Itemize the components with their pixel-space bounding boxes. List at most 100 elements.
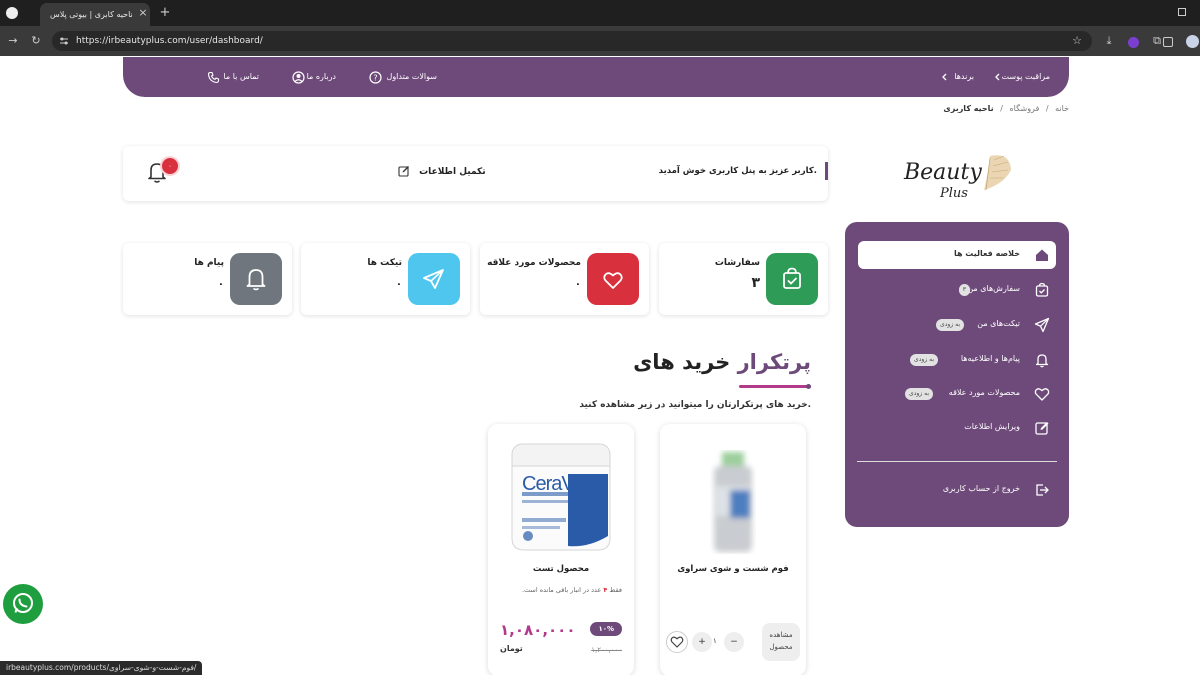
chevron-left-icon xyxy=(992,71,1004,83)
bag-check-icon xyxy=(766,253,818,305)
home-icon xyxy=(1034,247,1050,263)
sidebar-item-orders[interactable]: سفارش‌های من ۳ xyxy=(858,276,1056,304)
stat-title: تیکت ها xyxy=(367,258,402,268)
stock-prefix: فقط xyxy=(609,586,622,594)
address-bar[interactable]: https://irbeautyplus.com/user/dashboard/ xyxy=(52,31,1092,51)
phone-icon xyxy=(207,71,220,84)
breadcrumb-shop[interactable]: فروشگاه xyxy=(1009,104,1039,113)
breadcrumb-separator: / xyxy=(1045,104,1049,113)
nav-label: سوالات متداول xyxy=(386,72,438,81)
soon-badge: به زودی xyxy=(910,354,938,366)
product-name[interactable]: فوم شست و شوی سراوی xyxy=(660,564,806,574)
old-price: ۱,۲۰۰,۰۰۰ xyxy=(591,646,622,654)
browser-profile-icon[interactable] xyxy=(6,7,18,19)
stat-card-tickets[interactable]: تیکت ها ۰ xyxy=(301,243,470,315)
new-tab-icon[interactable]: + xyxy=(158,6,172,20)
sidebar-item-label: ویرایش اطلاعات xyxy=(964,422,1020,431)
section-title-main: خرید های xyxy=(633,350,731,374)
browser-side-panel-icon[interactable] xyxy=(1163,37,1173,47)
product-card[interactable]: فوم شست و شوی سراوی مشاهده محصول − ۱ + xyxy=(660,424,806,675)
forward-icon[interactable]: → xyxy=(6,34,20,48)
bell-icon xyxy=(230,253,282,305)
stat-card-orders[interactable]: سفارشات ۳ xyxy=(659,243,828,315)
window-restore-icon[interactable] xyxy=(1178,8,1186,16)
logout-label: خروج از حساب کاربری xyxy=(942,484,1020,493)
heart-icon xyxy=(670,636,684,648)
soon-badge: به زودی xyxy=(905,388,933,400)
logout-button[interactable]: خروج از حساب کاربری xyxy=(858,476,1056,504)
extension-icon[interactable] xyxy=(1128,37,1139,48)
stock-suffix: عدد در انبار باقی مانده است. xyxy=(521,586,602,594)
nav-label: برندها xyxy=(954,72,974,81)
send-icon xyxy=(408,253,460,305)
sidebar-item-label: سفارش‌های من xyxy=(967,284,1020,293)
site-settings-icon[interactable] xyxy=(59,36,69,46)
quantity-value: ۱ xyxy=(713,637,717,645)
discount-badge: ۱۰% xyxy=(590,622,622,636)
browser-status-url: irbeautyplus.com/products/فوم-شست-و-شوی-… xyxy=(0,661,203,675)
breadcrumb-separator: / xyxy=(1000,104,1003,113)
section-subtitle: خرید های پرتکرارتان را میتوانید در زیر م… xyxy=(579,400,811,410)
browser-tab[interactable]: ناحیه کابری | بیوتی پلاس xyxy=(40,3,150,26)
browser-tab-strip xyxy=(0,0,1200,26)
browser-tab-title: ناحیه کابری | بیوتی پلاس xyxy=(50,10,133,19)
complete-profile-link[interactable]: تکمیل اطلاعات xyxy=(394,165,486,177)
sidebar-item-label: محصولات مورد علاقه xyxy=(948,388,1020,397)
quantity-minus-button[interactable]: − xyxy=(724,632,744,652)
browser-avatar[interactable] xyxy=(1186,35,1199,48)
svg-text:?: ? xyxy=(373,73,377,82)
edit-icon xyxy=(398,165,410,177)
bookmark-star-icon[interactable]: ☆ xyxy=(1070,34,1084,48)
sidebar-item-summary[interactable]: خلاصه فعالیت ها xyxy=(858,241,1056,269)
section-underline-dot xyxy=(806,384,811,389)
quantity-plus-button[interactable]: + xyxy=(692,632,712,652)
stat-card-favorites[interactable]: محصولات مورد علاقه ۰ xyxy=(480,243,649,315)
nav-label: تماس با ما xyxy=(223,72,259,81)
welcome-message: کاربر عزیز به پنل کاربری خوش آمدید. xyxy=(659,162,828,180)
sidebar-item-edit-profile[interactable]: ویرایش اطلاعات xyxy=(858,414,1056,442)
nav-item-about[interactable]: درباره ما xyxy=(307,72,336,81)
download-icon[interactable]: ⤓ xyxy=(1102,34,1116,48)
product-image[interactable] xyxy=(708,450,758,554)
nav-label: درباره ما xyxy=(306,72,336,81)
stat-title: سفارشات xyxy=(714,258,760,268)
main-nav xyxy=(123,57,1069,97)
product-image[interactable]: CeraVe xyxy=(508,440,614,552)
price-currency: تومان xyxy=(500,644,523,653)
nav-item-contact[interactable]: تماس با ما xyxy=(223,72,259,81)
complete-profile-label: تکمیل اطلاعات xyxy=(419,166,486,177)
nav-item-brands[interactable]: برندها xyxy=(954,72,974,81)
stat-title: محصولات مورد علاقه xyxy=(487,258,581,268)
product-name[interactable]: محصول تست xyxy=(488,564,634,574)
site-logo[interactable]: Beauty Plus xyxy=(898,150,1016,212)
breadcrumb-home[interactable]: خانه xyxy=(1055,104,1069,113)
stat-card-messages[interactable]: پیام ها ۰ xyxy=(123,243,292,315)
sidebar-item-label: خلاصه فعالیت ها xyxy=(953,249,1020,258)
stock-notice: فقط ۴ عدد در انبار باقی مانده است. xyxy=(522,586,622,594)
count-badge: ۳ xyxy=(958,284,970,296)
tab-close-icon[interactable]: × xyxy=(136,6,150,20)
product-price: ۱,۰۸۰,۰۰۰ xyxy=(500,621,576,639)
sidebar-item-tickets[interactable]: تیکت‌های من به زودی xyxy=(858,311,1056,339)
stat-value: ۰ xyxy=(395,279,402,290)
whatsapp-button[interactable] xyxy=(3,584,43,624)
section-title: پرتکرار خرید های xyxy=(633,350,811,374)
logo-text-beauty: Beauty xyxy=(904,160,982,185)
stat-value: ۰ xyxy=(217,279,224,290)
user-circle-icon xyxy=(292,71,305,84)
whatsapp-icon xyxy=(13,593,33,613)
sidebar-item-favorites[interactable]: محصولات مورد علاقه به زودی xyxy=(858,380,1056,408)
edit-icon xyxy=(1034,420,1050,436)
sidebar-item-messages[interactable]: پیام‌ها و اطلاعیه‌ها به زودی xyxy=(858,346,1056,374)
add-favorite-button[interactable] xyxy=(666,631,688,653)
view-product-button[interactable]: مشاهده محصول xyxy=(762,623,800,661)
nav-item-skincare[interactable]: مراقبت پوست xyxy=(1002,72,1050,81)
nav-item-faq[interactable]: سوالات متداول xyxy=(387,72,438,81)
product-card[interactable]: CeraVe محصول تست فقط ۴ عدد در انبار باقی… xyxy=(488,424,634,675)
logo-text-plus: Plus xyxy=(940,186,968,201)
stock-count: ۴ xyxy=(603,586,608,594)
extensions-puzzle-icon[interactable]: ⧉ xyxy=(1150,34,1164,48)
section-title-highlight: پرتکرار xyxy=(737,350,811,374)
breadcrumb-current: ناحیه کاربری xyxy=(943,104,994,113)
reload-icon[interactable]: ↻ xyxy=(29,34,43,48)
